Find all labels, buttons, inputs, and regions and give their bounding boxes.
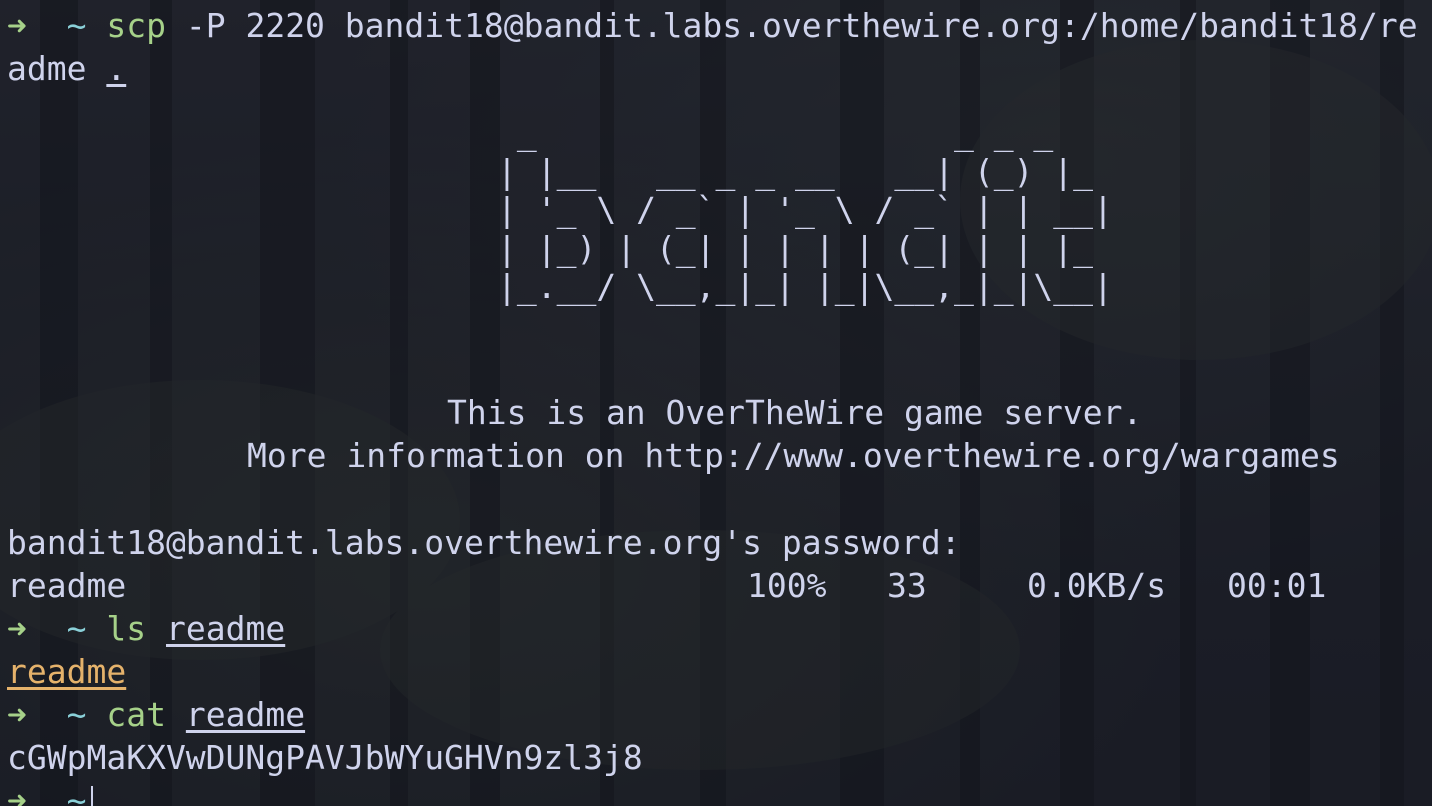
ls-output-file: readme [7,652,127,691]
prompt-cwd: ~ [66,781,87,806]
command-line-cat: ➜ ~ cat readme [7,693,305,736]
prompt-arrow-icon: ➜ [7,6,27,45]
transfer-percent: 100% [747,566,827,605]
command-dest: . [106,49,127,88]
text-cursor [90,785,93,806]
command-name: cat [106,695,166,734]
command-args: -P 2220 bandit18@bandit.labs.overthewire… [165,6,1418,45]
password-prompt: bandit18@bandit.labs.overthewire.org's p… [7,523,961,562]
transfer-file: readme [7,566,127,605]
command-line-scp-wrap: adme . [7,47,126,90]
ascii-row: _ _ _ _ [497,113,1113,152]
command-line-scp: ➜ ~ scp -P 2220 bandit18@bandit.labs.ove… [7,4,1418,47]
ascii-row: | |_) | (_| | | | | (_| | | |_ [497,228,1113,268]
command-args-wrap: adme [7,49,107,88]
command-line-ls: ➜ ~ ls readme [7,607,285,650]
prompt-arrow-icon: ➜ [7,695,27,734]
transfer-time: 00:01 [1227,566,1327,605]
banner-text-2: More information on http://www.overthewi… [247,436,1340,475]
banner-text-1: This is an OverTheWire game server. [447,393,1143,432]
transfer-rate: 0.0KB/s [1027,566,1167,605]
prompt-cwd: ~ [66,6,87,45]
command-arg: readme [185,695,306,734]
current-prompt[interactable]: ➜ ~ [7,779,93,806]
ascii-row: | |__ __ _ _ __ __| (_) |_ [497,151,1113,191]
prompt-cwd: ~ [66,609,87,648]
transfer-progress: readme [7,564,126,607]
command-arg: readme [166,609,286,648]
command-name: ls [106,609,147,648]
ls-output: readme [7,650,126,693]
transfer-size: 33 [887,566,927,605]
cat-output: cGWpMaKXVwDUNgPAVJbWYuGHVn9zl3j8 [7,738,643,777]
ascii-row: |_.__/ \__,_|_| |_|\__,_|_|\__| [497,267,1113,306]
prompt-arrow-icon: ➜ [7,781,27,806]
prompt-arrow-icon: ➜ [7,609,27,648]
prompt-cwd: ~ [66,695,87,734]
ascii-row: | '_ \ / _` | '_ \ / _` | | __| [497,190,1113,229]
bandit-ascii-logo: _ _ _ _ | |__ __ _ _ __ __| (_) |_ | '_ … [497,113,1113,307]
command-name: scp [106,6,166,45]
